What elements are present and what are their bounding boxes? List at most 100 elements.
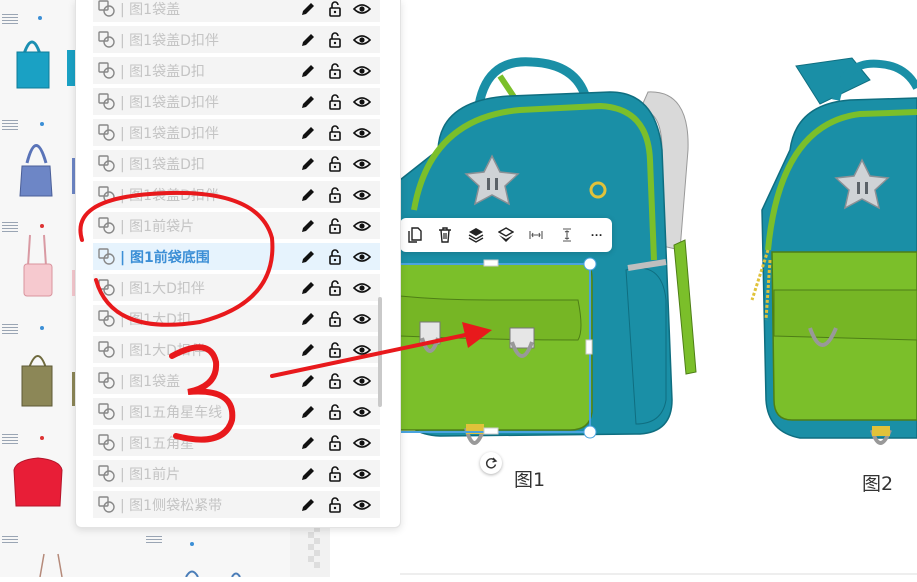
pencil-icon[interactable] xyxy=(299,31,317,49)
eye-icon[interactable] xyxy=(352,248,372,266)
bring-forward-icon[interactable] xyxy=(467,226,485,244)
send-backward-icon[interactable] xyxy=(497,226,515,244)
design-canvas[interactable] xyxy=(399,0,917,577)
link-layer-icon[interactable] xyxy=(98,309,116,328)
unlock-icon[interactable] xyxy=(326,248,344,266)
unlock-icon[interactable] xyxy=(326,465,344,483)
pencil-icon[interactable] xyxy=(299,279,317,297)
unlock-icon[interactable] xyxy=(326,62,344,80)
backpack-figure-2[interactable] xyxy=(750,57,917,445)
pencil-icon[interactable] xyxy=(299,155,317,173)
link-layer-icon[interactable] xyxy=(98,0,116,18)
layer-row[interactable]: | 图1五角星车线 xyxy=(93,398,380,425)
link-layer-icon[interactable] xyxy=(98,123,116,142)
eye-icon[interactable] xyxy=(352,186,372,204)
layer-row[interactable]: | 图1袋盖 xyxy=(93,367,380,394)
layer-row[interactable]: | 图1大D扣 xyxy=(93,305,380,332)
eye-icon[interactable] xyxy=(352,62,372,80)
unlock-icon[interactable] xyxy=(326,310,344,328)
link-layer-icon[interactable] xyxy=(98,154,116,173)
layer-row[interactable]: | 图1大D扣伴 xyxy=(93,336,380,363)
pencil-icon[interactable] xyxy=(299,93,317,111)
layer-row[interactable]: | 图1袋盖 xyxy=(93,0,380,22)
layer-row[interactable]: | 图1前袋片 xyxy=(93,212,380,239)
unlock-icon[interactable] xyxy=(326,93,344,111)
unlock-icon[interactable] xyxy=(326,0,344,18)
product-thumbnail[interactable] xyxy=(146,534,246,577)
unlock-icon[interactable] xyxy=(326,124,344,142)
unlock-icon[interactable] xyxy=(326,217,344,235)
eye-icon[interactable] xyxy=(352,403,372,421)
backpack-figure-1[interactable] xyxy=(399,57,697,445)
pencil-icon[interactable] xyxy=(299,465,317,483)
product-thumbnail[interactable] xyxy=(2,534,82,577)
pencil-icon[interactable] xyxy=(299,124,317,142)
rotate-handle[interactable] xyxy=(480,452,502,474)
pencil-icon[interactable] xyxy=(299,0,317,18)
layer-row[interactable]: | 图1五角星 xyxy=(93,429,380,456)
link-layer-icon[interactable] xyxy=(98,278,116,297)
pencil-icon[interactable] xyxy=(299,434,317,452)
eye-icon[interactable] xyxy=(352,496,372,514)
unlock-icon[interactable] xyxy=(326,372,344,390)
eye-icon[interactable] xyxy=(352,155,372,173)
eye-icon[interactable] xyxy=(352,31,372,49)
layer-row[interactable]: | 图1袋盖D扣伴 xyxy=(93,119,380,146)
pencil-icon[interactable] xyxy=(299,372,317,390)
unlock-icon[interactable] xyxy=(326,279,344,297)
unlock-icon[interactable] xyxy=(326,434,344,452)
eye-icon[interactable] xyxy=(352,217,372,235)
link-layer-icon[interactable] xyxy=(98,30,116,49)
product-thumbnail[interactable] xyxy=(2,220,76,310)
layer-row[interactable]: | 图1袋盖D扣伴 xyxy=(93,88,380,115)
link-layer-icon[interactable] xyxy=(98,464,116,483)
link-layer-icon[interactable] xyxy=(98,371,116,390)
link-layer-icon[interactable] xyxy=(98,216,116,235)
layer-row[interactable]: | 图1袋盖D扣伴 xyxy=(93,181,380,208)
eye-icon[interactable] xyxy=(352,124,372,142)
pencil-icon[interactable] xyxy=(299,496,317,514)
unlock-icon[interactable] xyxy=(326,403,344,421)
layer-row-selected[interactable]: | 图1前袋底围 xyxy=(93,243,380,270)
pencil-icon[interactable] xyxy=(299,186,317,204)
link-layer-icon[interactable] xyxy=(98,340,116,359)
pencil-icon[interactable] xyxy=(299,310,317,328)
unlock-icon[interactable] xyxy=(326,155,344,173)
link-layer-icon[interactable] xyxy=(98,185,116,204)
delete-icon[interactable] xyxy=(436,226,454,244)
layer-row[interactable]: | 图1袋盖D扣伴 xyxy=(93,26,380,53)
layer-row[interactable]: | 图1袋盖D扣 xyxy=(93,150,380,177)
link-layer-icon[interactable] xyxy=(98,433,116,452)
unlock-icon[interactable] xyxy=(326,31,344,49)
pencil-icon[interactable] xyxy=(299,248,317,266)
pencil-icon[interactable] xyxy=(299,62,317,80)
link-layer-icon[interactable] xyxy=(98,61,116,80)
eye-icon[interactable] xyxy=(352,434,372,452)
link-layer-icon[interactable] xyxy=(98,495,116,514)
eye-icon[interactable] xyxy=(352,372,372,390)
unlock-icon[interactable] xyxy=(326,186,344,204)
copy-icon[interactable] xyxy=(406,226,424,244)
pencil-icon[interactable] xyxy=(299,403,317,421)
link-layer-icon[interactable] xyxy=(98,92,116,111)
pencil-icon[interactable] xyxy=(299,341,317,359)
product-thumbnail[interactable] xyxy=(2,322,76,414)
link-layer-icon[interactable] xyxy=(98,247,116,266)
layer-row[interactable]: | 图1袋盖D扣 xyxy=(93,57,380,84)
product-thumbnail[interactable] xyxy=(2,118,76,206)
unlock-icon[interactable] xyxy=(326,341,344,359)
eye-icon[interactable] xyxy=(352,0,372,18)
flip-horizontal-icon[interactable] xyxy=(527,226,545,244)
layers-scrollbar[interactable] xyxy=(378,297,382,407)
link-layer-icon[interactable] xyxy=(98,402,116,421)
pencil-icon[interactable] xyxy=(299,217,317,235)
eye-icon[interactable] xyxy=(352,279,372,297)
layer-row[interactable]: | 图1侧袋松紧带 xyxy=(93,491,380,518)
eye-icon[interactable] xyxy=(352,93,372,111)
more-icon[interactable]: ··· xyxy=(588,226,606,244)
product-thumbnail[interactable] xyxy=(2,432,78,516)
flip-vertical-icon[interactable] xyxy=(558,226,576,244)
layer-row[interactable]: | 图1前片 xyxy=(93,460,380,487)
eye-icon[interactable] xyxy=(352,341,372,359)
eye-icon[interactable] xyxy=(352,310,372,328)
